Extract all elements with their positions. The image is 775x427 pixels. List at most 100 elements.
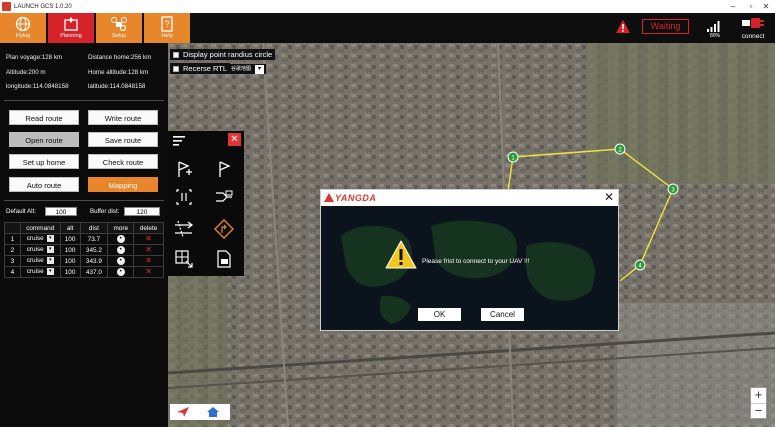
table-row: 1 cruise ▾ 100 73.7 • ✕	[4, 233, 164, 245]
delete-icon[interactable]: ✕	[145, 235, 152, 243]
reverse-rtl-label: Recerse RTL	[183, 64, 228, 73]
row-command-text: cruise	[26, 257, 44, 265]
waypoint-marker[interactable]: 1	[507, 151, 519, 163]
tab-flying[interactable]: Flying	[0, 13, 46, 43]
route-table: command alt dist more delete 1 cruise ▾ 1…	[4, 222, 164, 278]
chevron-down-icon[interactable]: ▾	[255, 64, 265, 74]
save-route-button[interactable]: Save route	[88, 132, 158, 147]
more-icon[interactable]: •	[116, 268, 125, 276]
row-alt[interactable]: 100	[59, 266, 81, 278]
menu-icon[interactable]	[173, 136, 187, 146]
route-reverse-icon[interactable]	[174, 219, 194, 239]
row-more[interactable]: •	[107, 233, 135, 245]
window-close-button[interactable]: ✕	[755, 0, 775, 13]
zoom-out-button[interactable]: −	[751, 403, 766, 418]
dropdown-icon[interactable]: ▾	[46, 268, 54, 276]
col-delete: delete	[133, 222, 164, 234]
row-command[interactable]: cruise ▾	[19, 244, 61, 256]
default-alt-input[interactable]: 100	[45, 207, 77, 216]
zoom-in-button[interactable]: +	[751, 388, 766, 403]
setup-home-button[interactable]: Set up home	[9, 154, 79, 169]
tool-palette: ✕	[168, 131, 244, 276]
dialog-message: Please frist to connect to your UAV !!!	[422, 258, 530, 265]
table-header-row: command alt dist more delete	[4, 222, 164, 234]
dropdown-icon[interactable]: ▾	[46, 246, 54, 254]
row-alt[interactable]: 100	[59, 233, 81, 245]
row-delete[interactable]: ✕	[133, 255, 164, 267]
row-index: 3	[4, 255, 21, 267]
connect-dialog: YANGDA ✕ Please frist to connect to your…	[320, 189, 619, 331]
dialog-ok-button[interactable]: OK	[418, 308, 461, 321]
help-doc-icon: ?	[161, 16, 173, 32]
map-source-select[interactable]: 谷歌地图 ▾	[229, 64, 267, 74]
row-delete[interactable]: ✕	[133, 233, 164, 245]
delete-icon[interactable]: ✕	[145, 268, 152, 276]
display-radius-checkbox[interactable]: Display point randius circle	[170, 49, 276, 60]
row-dist: 343.9	[79, 255, 109, 267]
latitude: latitude:114.0848158	[88, 83, 146, 90]
document-export-icon[interactable]	[214, 249, 234, 269]
map-pin-icon	[64, 17, 78, 31]
display-radius-label: Display point randius circle	[183, 50, 273, 59]
row-command-text: cruise	[26, 246, 44, 254]
check-route-button[interactable]: Check route	[88, 154, 158, 169]
read-route-button[interactable]: Read route	[9, 110, 79, 125]
mapping-button[interactable]: Mapping	[88, 177, 158, 192]
app-logo	[2, 2, 11, 11]
connect-button[interactable]: connect	[735, 15, 771, 41]
locate-arrow-icon[interactable]	[176, 406, 190, 418]
plug-icon	[742, 18, 764, 28]
dropdown-icon[interactable]: ▾	[46, 235, 54, 243]
row-dist: 345.2	[79, 244, 109, 256]
table-row: 4 cruise ▾ 100 437.0 • ✕	[4, 266, 164, 278]
add-waypoint-flag-icon[interactable]	[174, 159, 194, 179]
waypoint-marker[interactable]: 4	[634, 259, 646, 271]
dialog-close-button[interactable]: ✕	[604, 190, 614, 204]
row-index: 4	[4, 266, 21, 278]
buffer-dist-input[interactable]: 120	[124, 207, 160, 216]
row-more[interactable]: •	[107, 266, 135, 278]
dropdown-icon[interactable]: ▾	[46, 257, 54, 265]
plan-voyage: Plan voyage:128 km	[6, 54, 63, 61]
grid-export-icon[interactable]	[174, 249, 194, 269]
auto-route-button[interactable]: Auto route	[9, 177, 79, 192]
row-delete[interactable]: ✕	[133, 266, 164, 278]
row-more[interactable]: •	[107, 244, 135, 256]
path-split-icon[interactable]	[214, 187, 234, 207]
reverse-rtl-checkbox[interactable]: Recerse RTL	[170, 63, 231, 74]
waypoint-marker[interactable]: 3	[667, 183, 679, 195]
delete-icon[interactable]: ✕	[145, 246, 152, 254]
home-icon[interactable]	[206, 406, 220, 418]
more-icon[interactable]: •	[116, 235, 125, 243]
area-scan-icon[interactable]	[174, 187, 194, 207]
row-alt[interactable]: 100	[59, 255, 81, 267]
table-row: 2 cruise ▾ 100 345.2 • ✕	[4, 244, 164, 256]
palette-close-button[interactable]: ✕	[228, 133, 241, 146]
tab-help[interactable]: ? Help	[144, 13, 190, 43]
row-more[interactable]: •	[107, 255, 135, 267]
tab-setup[interactable]: Setup	[96, 13, 142, 43]
flag-icon[interactable]	[214, 159, 234, 179]
row-command[interactable]: cruise ▾	[19, 266, 61, 278]
altitude: Altitude:200 m	[6, 69, 46, 76]
open-route-button[interactable]: Open route	[9, 132, 79, 147]
more-icon[interactable]: •	[116, 257, 125, 265]
more-icon[interactable]: •	[116, 246, 125, 254]
longitude: longitude:114.0848158	[6, 83, 69, 90]
tab-planning[interactable]: Planning	[48, 13, 94, 43]
delete-icon[interactable]: ✕	[145, 257, 152, 265]
row-command-text: cruise	[26, 235, 44, 243]
waypoint-marker[interactable]: 2	[614, 143, 626, 155]
checkbox-box[interactable]	[173, 65, 179, 72]
write-route-button[interactable]: Write route	[88, 110, 158, 125]
row-command[interactable]: cruise ▾	[19, 255, 61, 267]
turn-diamond-icon[interactable]	[214, 219, 234, 239]
divider	[4, 200, 164, 201]
row-delete[interactable]: ✕	[133, 244, 164, 256]
connection-status: Waiting	[642, 19, 689, 34]
dialog-cancel-button[interactable]: Cancel	[481, 308, 524, 321]
row-alt[interactable]: 100	[59, 244, 81, 256]
checkbox-box[interactable]	[173, 51, 179, 58]
default-alt-label: Default Alt:	[6, 208, 36, 215]
row-command[interactable]: cruise ▾	[19, 233, 61, 245]
